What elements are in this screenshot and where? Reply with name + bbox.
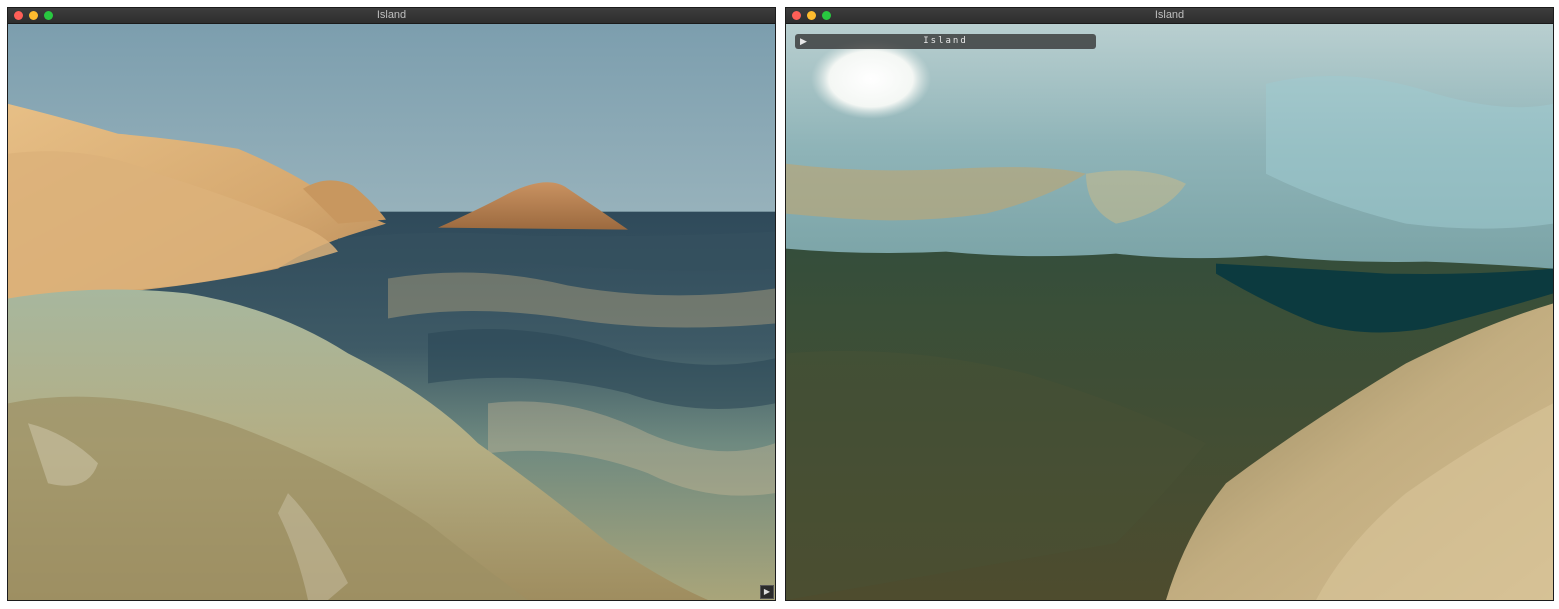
island-window-right: Island ▶ Island: [785, 7, 1554, 601]
window-title: Island: [1154, 9, 1185, 21]
gui-panel-title: Island: [923, 36, 968, 46]
render-viewport[interactable]: ▶ Island: [786, 24, 1553, 600]
title-bar[interactable]: Island: [786, 8, 1553, 24]
island-window-left: Island ▶: [7, 7, 776, 601]
play-icon[interactable]: ▶: [760, 585, 774, 599]
ocean-scene: [8, 24, 775, 600]
gui-panel-toggle[interactable]: ▶ Island: [795, 34, 1096, 49]
underwater-scene: [786, 24, 1553, 600]
window-title: Island: [376, 9, 407, 21]
title-bar[interactable]: Island: [8, 8, 775, 24]
render-viewport[interactable]: ▶: [8, 24, 775, 600]
